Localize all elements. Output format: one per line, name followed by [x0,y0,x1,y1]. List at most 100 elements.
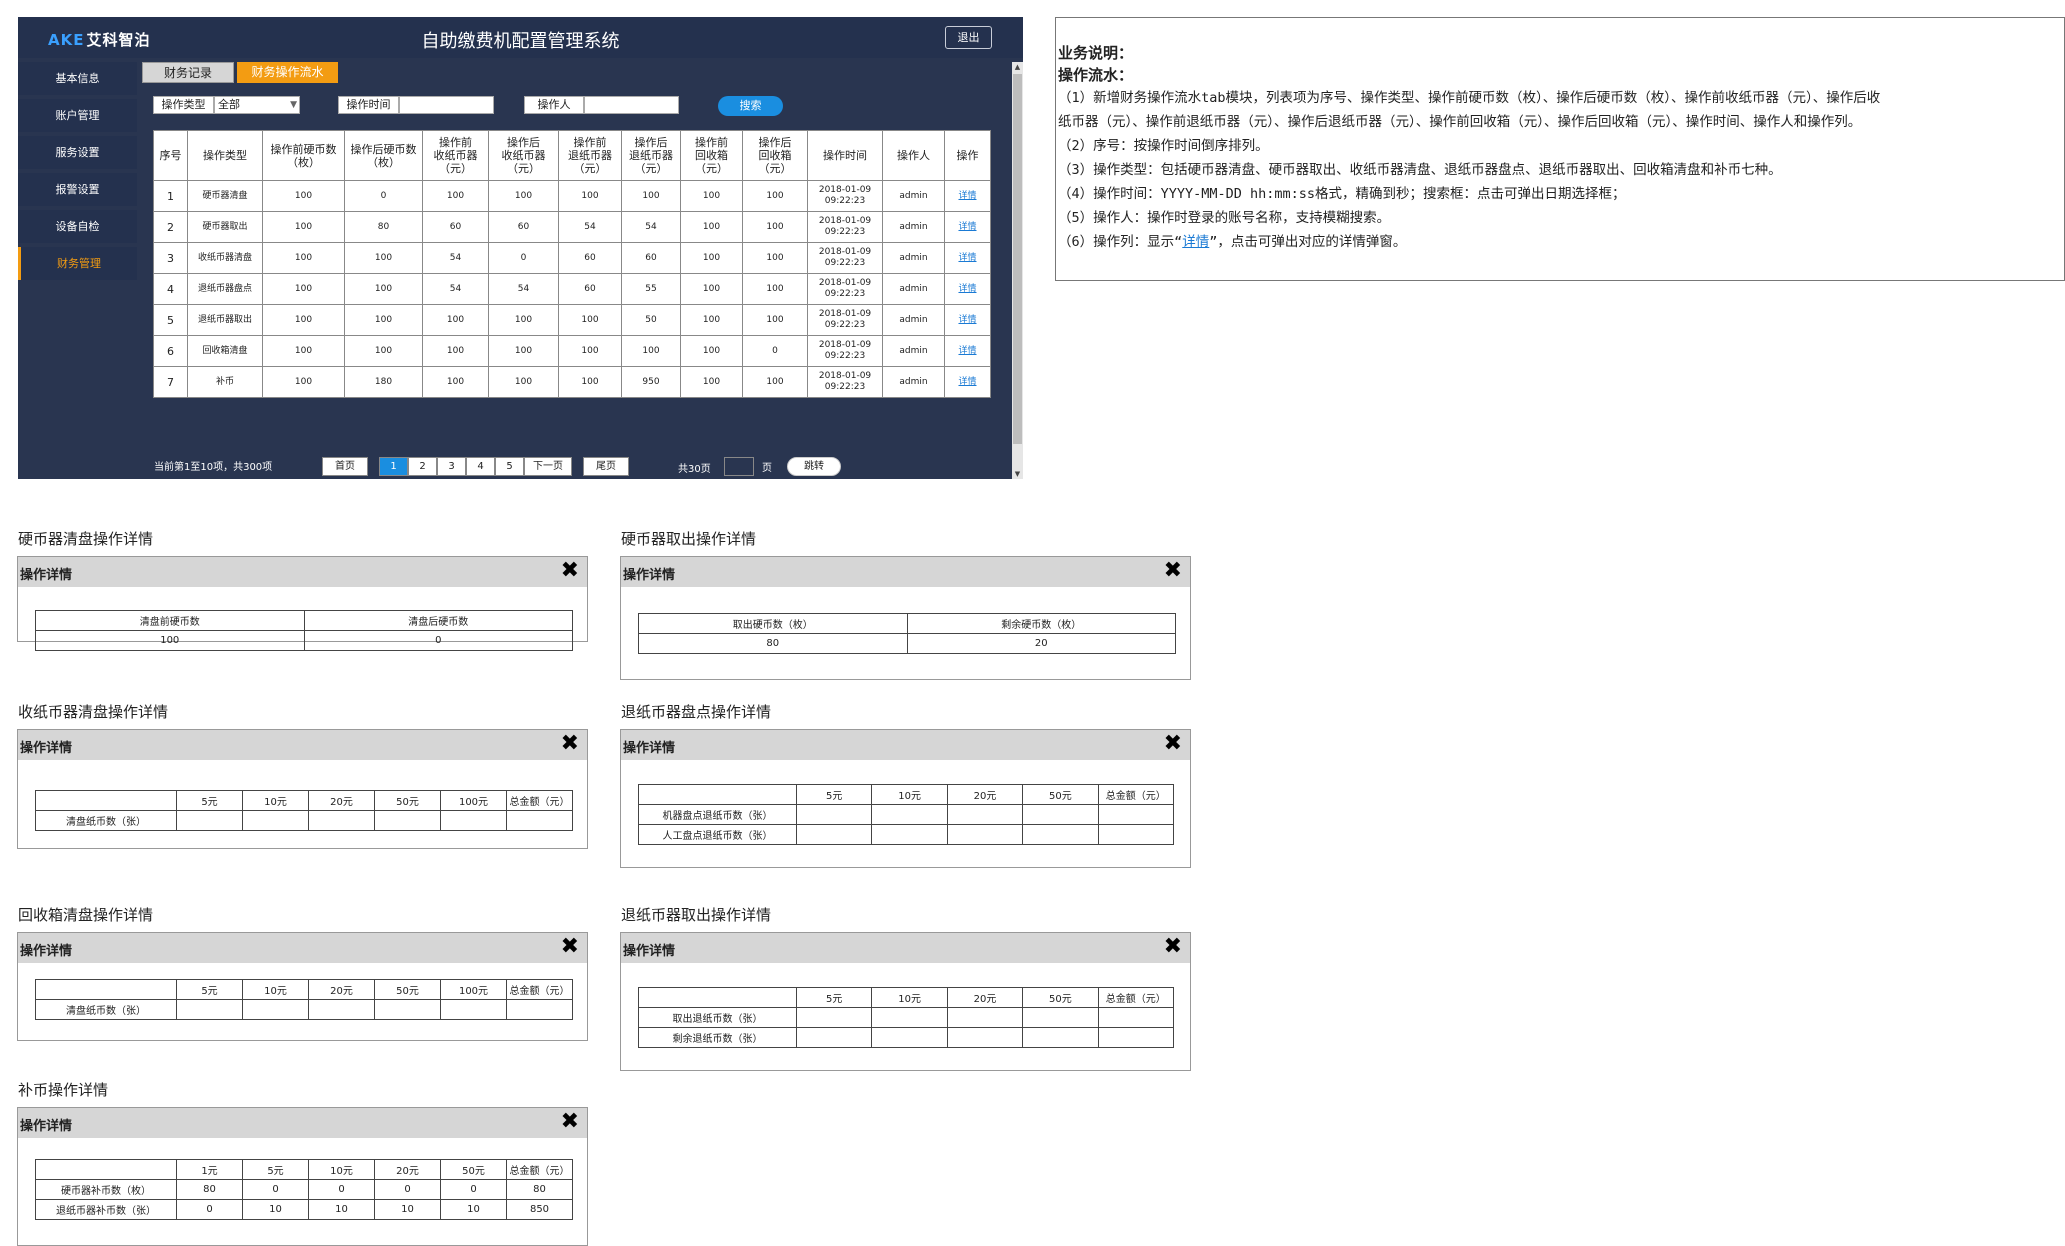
table-row: 5元 10元 20元 50元 总金额（元） [638,987,1175,1008]
table-cell [242,810,309,831]
notes-line: （6）操作列：显示“详情”，点击可弹出对应的详情弹窗。 [1058,234,1407,250]
search-button[interactable]: 搜索 [718,96,783,116]
dialog-title-coin-take: 硬币器取出操作详情 [621,530,757,548]
table-cell: 10元 [871,784,948,805]
next-page-button[interactable]: 下一页 [524,457,572,476]
detail-link[interactable]: 详情 [958,284,976,294]
sidebar-item-alarm[interactable]: 报警设置 [18,173,137,206]
table-cell: 0 [742,335,808,367]
chevron-down-icon: ▼ [290,100,297,110]
table-row[interactable]: 3 收纸币器清盘 100 100 54 0 60 60 100 100 2018-01-09 09:2… [153,242,991,274]
table-row[interactable]: 1 硬币器清盘 100 0 100 100 100 100 100 100 2018-01-09 09… [153,180,991,212]
sidebar-item-basic-info[interactable]: 基本信息 [18,62,137,95]
table-cell: 1元 [176,1159,243,1180]
detail-link[interactable]: 详情 [958,191,976,201]
table-row: 硬币器补币数（枚） 80 0 0 0 0 80 [35,1179,573,1200]
column-header: 操作后 退纸币器 （元） [621,130,681,181]
table-cell [374,810,441,831]
table-row[interactable]: 5 退纸币器取出 100 100 100 100 100 50 100 100 2018-01-09… [153,304,991,336]
table-row: 80 20 [638,633,1176,654]
dialog-refund-take: 操作详情 ✖ 5元 10元 20元 50元 总金额（元） 取出退纸币数（张） 剩余退纸币数（张… [620,932,1191,1071]
jump-button[interactable]: 跳转 [787,457,841,476]
table-cell [506,810,573,831]
close-icon[interactable]: ✖ [1164,934,1182,960]
sidebar-item-service[interactable]: 服务设置 [18,136,137,169]
dialog-refill: 操作详情 ✖ 1元 5元 10元 20元 50元 总金额（元） 硬币器补币数（枚） 80 0 0 0 0… [17,1107,588,1246]
column-header: 操作人 [882,130,945,181]
table-row[interactable]: 7 补币 100 180 100 100 100 950 100 100 2018-01-09 09:… [153,366,991,398]
table-cell: 总金额（元） [1097,784,1175,805]
table-cell [946,1007,1024,1028]
operation-time-input[interactable] [399,96,494,114]
page-number-input[interactable] [724,457,754,476]
close-icon[interactable]: ✖ [1164,558,1182,584]
table-cell [242,999,309,1020]
table-cell: 剩余退纸币数（张） [638,1027,797,1048]
table-cell [1097,1007,1175,1028]
table-cell: 0 [344,180,423,212]
dialog-coin-take: 操作详情 ✖ 取出硬币数（枚） 剩余硬币数（枚） 80 20 [620,556,1191,680]
table-row: 人工盘点退纸币数（张） [638,824,1175,845]
table-cell: 10元 [308,1159,375,1180]
close-icon[interactable]: ✖ [561,731,579,757]
table-cell: 100 [262,180,345,212]
table-cell: 80 [176,1179,243,1200]
detail-link[interactable]: 详情 [958,377,976,387]
logout-button[interactable]: 退出 [945,26,992,49]
tab-finance-operations[interactable]: 财务操作流水 [237,62,338,83]
table-cell: admin [882,242,945,274]
page-button-5[interactable]: 5 [495,457,524,476]
close-icon[interactable]: ✖ [1164,731,1182,757]
table-cell: 0 [374,1179,441,1200]
sidebar-item-self-check[interactable]: 设备自检 [18,210,137,243]
scrollbar-thumb[interactable] [1013,74,1022,444]
table-row[interactable]: 6 回收箱清盘 100 100 100 100 100 100 100 0 2018-01-09 09… [153,335,991,367]
table-cell: 10 [308,1199,375,1220]
table-cell: 60 [422,211,489,243]
table-cell [308,999,375,1020]
table-cell: 54 [422,242,489,274]
notes-line: （5）操作人：操作时登录的账号名称，支持模糊搜索。 [1058,210,1391,226]
table-cell: 850 [506,1199,573,1220]
table-row[interactable]: 4 退纸币器盘点 100 100 54 54 60 55 100 100 2018-01-09 09:… [153,273,991,305]
detail-link[interactable]: 详情 [958,253,976,263]
table-row[interactable]: 2 硬币器取出 100 80 60 60 54 54 100 100 2018-01-09 09:22… [153,211,991,243]
operator-input[interactable] [584,96,679,114]
table-cell: 100 [488,366,559,398]
last-page-button[interactable]: 尾页 [583,457,629,476]
table-cell: 详情 [944,273,991,305]
scroll-down-icon[interactable]: ▼ [1012,469,1023,479]
page-button-1[interactable]: 1 [379,457,408,476]
table-row: 5元 10元 20元 50元 总金额（元） [638,784,1175,805]
table-cell [35,979,177,1000]
close-icon[interactable]: ✖ [561,558,579,584]
table-cell: 100 [558,366,622,398]
table-cell: 硬币器补币数（枚） [35,1179,177,1200]
close-icon[interactable]: ✖ [561,934,579,960]
scroll-up-icon[interactable]: ▲ [1012,62,1023,72]
detail-link[interactable]: 详情 [958,315,976,325]
detail-link[interactable]: 详情 [958,346,976,356]
detail-link[interactable]: 详情 [1182,234,1209,250]
table-cell [35,790,177,811]
dialog-title-refund-count: 退纸币器盘点操作详情 [621,703,772,721]
table-cell [795,1007,873,1028]
table-row: 取出硬币数（枚） 剩余硬币数（枚） [638,613,1176,634]
tab-finance-records[interactable]: 财务记录 [142,62,234,83]
close-icon[interactable]: ✖ [561,1109,579,1135]
dialog-header: 操作详情 [623,741,676,756]
sidebar-item-finance[interactable]: 财务管理 [18,247,137,280]
page-button-3[interactable]: 3 [437,457,466,476]
table-cell: 0 [303,630,573,651]
table-cell: 退纸币器盘点 [187,273,263,305]
column-header: 操作前 回收箱 （元） [680,130,743,181]
table-cell: 100 [422,335,489,367]
operation-type-select[interactable]: 全部 ▼ [214,96,300,114]
detail-link[interactable]: 详情 [958,222,976,232]
page-button-2[interactable]: 2 [408,457,437,476]
sidebar-item-account[interactable]: 账户管理 [18,99,137,132]
table-cell: 100 [680,211,743,243]
page-button-4[interactable]: 4 [466,457,495,476]
first-page-button[interactable]: 首页 [322,457,368,476]
table-cell: admin [882,304,945,336]
